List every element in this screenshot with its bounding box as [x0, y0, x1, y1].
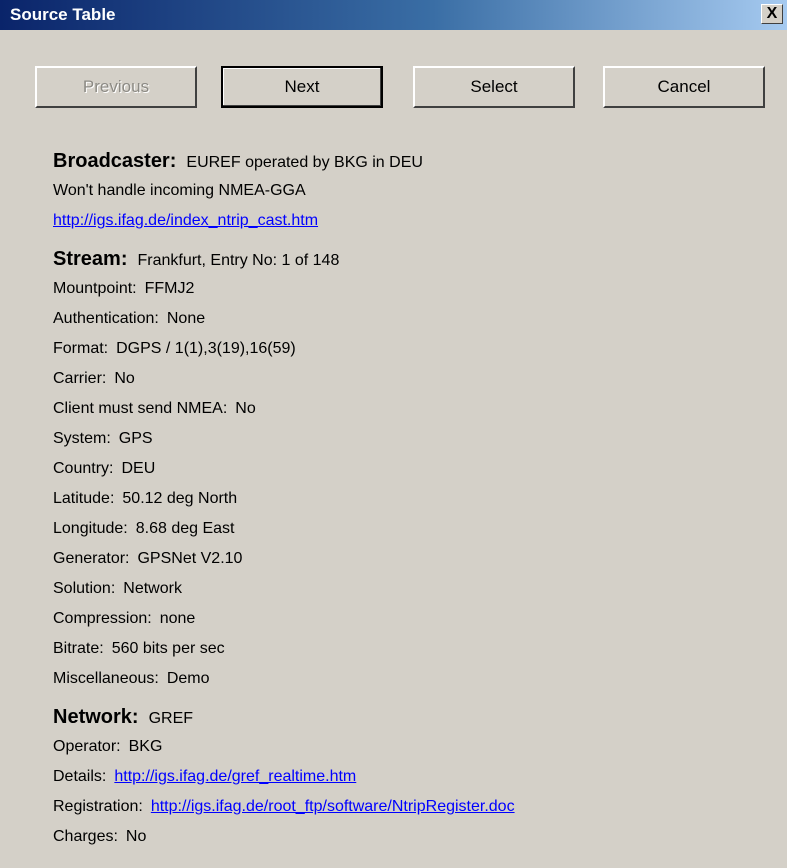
field-client-nmea: Client must send NMEA: No [53, 394, 515, 424]
field-system: System: GPS [53, 424, 515, 454]
field-label: Client must send NMEA: [53, 400, 228, 417]
field-bitrate: Bitrate: 560 bits per sec [53, 634, 515, 664]
network-value: GREF [148, 710, 194, 727]
broadcaster-heading: Broadcaster: [53, 150, 177, 172]
stream-field-list: Mountpoint: FFMJ2 Authentication: None For… [53, 274, 515, 694]
field-label: Country: [53, 460, 114, 477]
source-table-window: Source Table X Previous Next Select Canc… [0, 0, 787, 868]
field-solution: Solution: Network [53, 574, 515, 604]
title-bar[interactable]: Source Table X [0, 0, 787, 30]
stream-line: Stream: Frankfurt, Entry No: 1 of 148 [53, 244, 515, 274]
registration-url-link[interactable]: http://igs.ifag.de/root_ftp/software/Ntr… [151, 798, 515, 815]
field-value: Network [123, 580, 182, 597]
field-label: Details: [53, 768, 107, 785]
stream-value: Frankfurt, Entry No: 1 of 148 [137, 252, 340, 269]
network-charges: Charges: No [53, 822, 515, 852]
nmea-note: Won't handle incoming NMEA-GGA [53, 182, 306, 199]
field-label: System: [53, 430, 111, 447]
field-mountpoint: Mountpoint: FFMJ2 [53, 274, 515, 304]
broadcaster-url-link[interactable]: http://igs.ifag.de/index_ntrip_cast.htm [53, 212, 318, 229]
broadcaster-value: EUREF operated by BKG in DEU [186, 154, 423, 171]
source-details: Broadcaster: EUREF operated by BKG in DEU… [53, 146, 515, 852]
field-value: GPS [118, 430, 153, 447]
details-url-link[interactable]: http://igs.ifag.de/gref_realtime.htm [114, 768, 356, 785]
field-latitude: Latitude: 50.12 deg North [53, 484, 515, 514]
field-longitude: Longitude: 8.68 deg East [53, 514, 515, 544]
field-label: Compression: [53, 610, 152, 627]
field-label: Solution: [53, 580, 116, 597]
field-label: Authentication: [53, 310, 159, 327]
field-value: FFMJ2 [144, 280, 195, 297]
field-miscellaneous: Miscellaneous: Demo [53, 664, 515, 694]
field-label: Registration: [53, 798, 143, 815]
network-details: Details: http://igs.ifag.de/gref_realtime… [53, 762, 515, 792]
field-label: Longitude: [53, 520, 128, 537]
field-label: Format: [53, 340, 109, 357]
close-button[interactable]: X [761, 4, 783, 24]
select-button[interactable]: Select [413, 66, 575, 108]
field-authentication: Authentication: None [53, 304, 515, 334]
field-value: DGPS / 1(1),3(19),16(59) [116, 340, 296, 357]
field-value: No [125, 828, 147, 845]
field-value: 50.12 deg North [122, 490, 238, 507]
field-value: No [114, 370, 135, 387]
broadcaster-line: Broadcaster: EUREF operated by BKG in DEU [53, 146, 515, 176]
window-title: Source Table [10, 5, 116, 24]
stream-heading: Stream: [53, 248, 128, 270]
field-country: Country: DEU [53, 454, 515, 484]
field-label: Mountpoint: [53, 280, 137, 297]
network-operator: Operator: BKG [53, 732, 515, 762]
field-label: Bitrate: [53, 640, 104, 657]
field-label: Generator: [53, 550, 130, 567]
field-value: BKG [128, 738, 163, 755]
field-value: 560 bits per sec [111, 640, 225, 657]
field-label: Operator: [53, 738, 121, 755]
field-format: Format: DGPS / 1(1),3(19),16(59) [53, 334, 515, 364]
field-value: DEU [121, 460, 156, 477]
field-value: None [166, 310, 206, 327]
close-icon: X [766, 5, 778, 22]
next-button[interactable]: Next [221, 66, 383, 108]
field-value: none [159, 610, 196, 627]
field-compression: Compression: none [53, 604, 515, 634]
field-label: Latitude: [53, 490, 115, 507]
network-heading: Network: [53, 706, 139, 728]
field-generator: Generator: GPSNet V2.10 [53, 544, 515, 574]
network-line: Network: GREF [53, 702, 515, 732]
previous-button[interactable]: Previous [35, 66, 197, 108]
field-value: GPSNet V2.10 [137, 550, 243, 567]
field-label: Charges: [53, 828, 118, 845]
field-label: Carrier: [53, 370, 107, 387]
field-value: Demo [166, 670, 210, 687]
field-label: Miscellaneous: [53, 670, 159, 687]
field-value: 8.68 deg East [135, 520, 235, 537]
field-carrier: Carrier: No [53, 364, 515, 394]
cancel-button[interactable]: Cancel [603, 66, 765, 108]
field-value: No [235, 400, 256, 417]
network-registration: Registration: http://igs.ifag.de/root_ftp… [53, 792, 515, 822]
